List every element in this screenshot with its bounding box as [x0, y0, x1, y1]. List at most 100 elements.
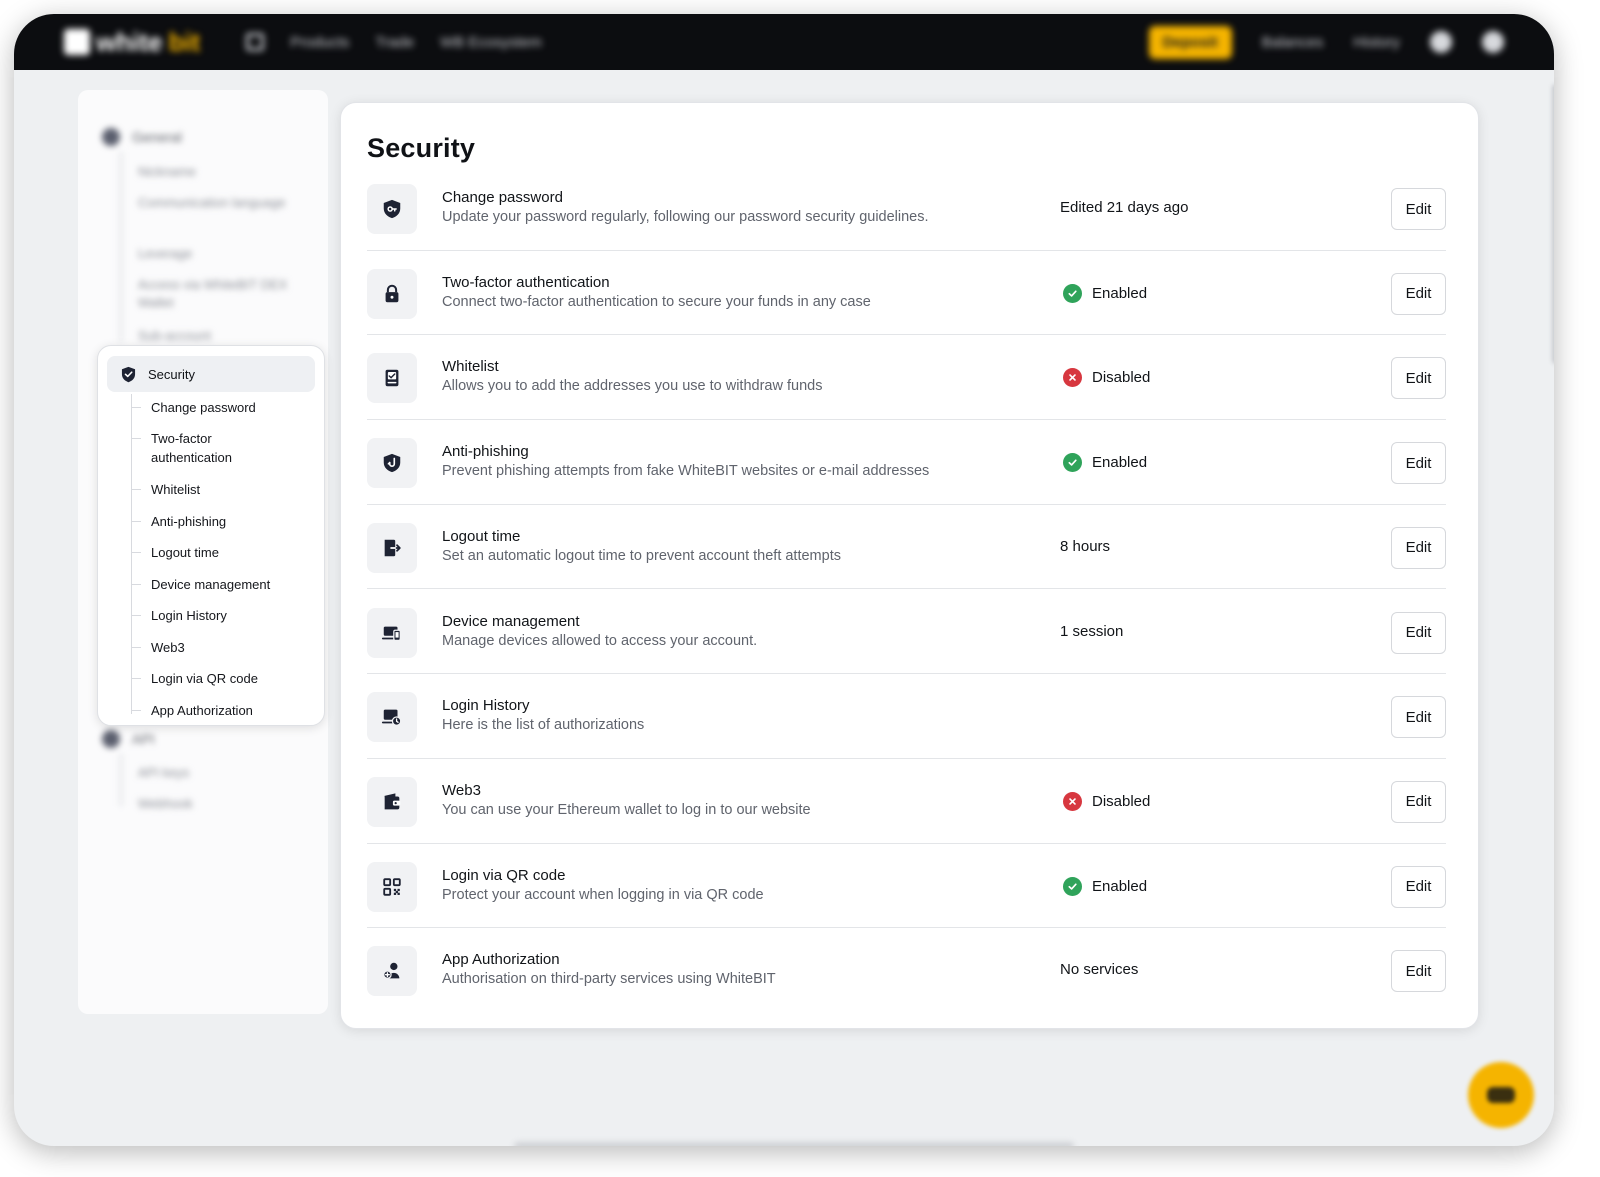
sidebar-item-logout-time[interactable]: Logout time — [131, 543, 219, 562]
row-title: Change password — [442, 189, 563, 206]
row-title: Logout time — [442, 527, 521, 545]
login-history-icon — [367, 692, 417, 743]
grid-icon[interactable] — [246, 33, 265, 51]
row-title: Anti-phishing — [442, 443, 529, 461]
sidebar-item-security[interactable]: Security — [107, 356, 315, 392]
security-settings-card: Security Change password Update your pas… — [340, 102, 1479, 1029]
row-title: Web3 — [442, 781, 481, 799]
status-text: Disabled — [1092, 792, 1151, 810]
status-text: 8 hours — [1060, 537, 1111, 555]
sidebar-item-sub-account[interactable]: Sub-account — [138, 327, 298, 345]
sidebar-item-whitelist[interactable]: Whitelist — [130, 480, 200, 499]
edit-whitelist-button[interactable]: Edit — [1391, 357, 1446, 400]
row-status: Edited 21 days ago — [1060, 199, 1188, 216]
nav-balances[interactable]: Balances — [1262, 34, 1324, 51]
row-title: Two-factor authentication — [442, 273, 610, 291]
tree-line — [120, 754, 122, 806]
row-description: Prevent phishing attempts from fake Whit… — [442, 463, 930, 480]
logout-icon — [367, 522, 417, 573]
security-row-web3: Web3 You can use your Ethereum wallet to… — [367, 759, 1446, 844]
sidebar-item-dex-wallet[interactable]: Access via WhiteBIT DEX Wallet — [138, 276, 298, 312]
edit-login-history-button[interactable]: Edit — [1391, 696, 1446, 739]
deposit-button[interactable]: Deposit — [1148, 25, 1232, 59]
security-row-logout-time: Logout time Set an automatic logout time… — [367, 505, 1446, 590]
anti-phishing-icon — [367, 438, 417, 489]
row-title: Device management — [442, 612, 580, 630]
status-text: Edited 21 days ago — [1060, 199, 1189, 216]
row-status: Enabled — [1060, 453, 1148, 473]
shield-icon — [121, 366, 136, 382]
edit-login-qr-button[interactable]: Edit — [1391, 865, 1446, 908]
row-status: Enabled — [1060, 283, 1148, 303]
nav-history[interactable]: History — [1353, 34, 1400, 51]
status-text: Enabled — [1092, 877, 1148, 895]
vertical-scrollbar[interactable] — [1552, 84, 1554, 364]
edit-two-factor-button[interactable]: Edit — [1391, 272, 1446, 315]
security-row-app-authorization: App Authorization Authorisation on third… — [367, 928, 1446, 1013]
settings-icon[interactable] — [1482, 31, 1504, 53]
security-row-change-password: Change password Update your password reg… — [367, 166, 1446, 251]
sidebar-item-change-password[interactable]: Change password — [131, 398, 256, 417]
sidebar-item-two-factor[interactable]: Two-factor authentication — [131, 429, 261, 467]
row-description: Connect two-factor authentication to sec… — [442, 293, 871, 310]
check-icon — [1063, 283, 1082, 303]
nav-trade[interactable]: Trade — [375, 34, 414, 51]
horizontal-scrollbar[interactable] — [514, 1142, 1074, 1146]
row-description: Update your password regularly, followin… — [442, 209, 929, 225]
status-text: Enabled — [1092, 284, 1148, 302]
row-status: Disabled — [1060, 368, 1151, 388]
top-navbar: white bit Products Trade WB Ecosystem Dep… — [14, 14, 1554, 70]
sidebar-item-leverage[interactable]: Leverage — [138, 245, 298, 263]
sidebar-item-app-authorization[interactable]: App Authorization — [131, 701, 253, 720]
api-icon — [102, 730, 120, 748]
nav-products[interactable]: Products — [290, 34, 349, 51]
sidebar-item-api-keys[interactable]: API keys — [138, 764, 298, 782]
chat-support-button[interactable] — [1468, 1062, 1534, 1128]
row-description: Protect your account when logging in via… — [442, 886, 764, 903]
row-description: Allows you to add the addresses you use … — [442, 378, 823, 395]
lock-icon — [367, 268, 417, 319]
edit-app-authorization-button[interactable]: Edit — [1391, 950, 1446, 993]
row-status: Disabled — [1060, 791, 1151, 811]
qr-code-icon — [367, 861, 417, 912]
security-row-whitelist: Whitelist Allows you to add the addresse… — [367, 335, 1446, 420]
row-description: Set an automatic logout time to prevent … — [442, 547, 841, 564]
row-status: 8 hours — [1060, 538, 1110, 555]
sidebar-item-device-management[interactable]: Device management — [130, 575, 270, 594]
edit-anti-phishing-button[interactable]: Edit — [1391, 442, 1446, 485]
row-status: 1 session — [1060, 623, 1123, 640]
nav-ecosystem[interactable]: WB Ecosystem — [440, 34, 542, 51]
status-text: 1 session — [1060, 622, 1124, 640]
whitelist-icon — [367, 353, 417, 404]
sidebar-item-anti-phishing[interactable]: Anti-phishing — [130, 512, 226, 531]
tree-line — [131, 394, 132, 714]
sidebar-group-api[interactable]: API — [102, 730, 155, 748]
profile-icon[interactable] — [1430, 31, 1452, 53]
chat-icon — [1487, 1087, 1515, 1103]
sidebar-item-login-history[interactable]: Login History — [131, 606, 227, 625]
security-nav-panel: Security Change password Two-factor auth… — [97, 345, 325, 726]
row-description: Here is the list of authorizations — [442, 717, 645, 734]
sidebar-item-web3[interactable]: Web3 — [131, 638, 185, 657]
sidebar-group-general[interactable]: General — [102, 128, 182, 146]
status-text: Enabled — [1092, 454, 1148, 472]
wallet-icon — [367, 776, 417, 827]
sidebar-item-language[interactable]: Communication language — [138, 194, 298, 212]
sidebar-item-webhook[interactable]: Webhook — [138, 795, 298, 813]
status-text: No services — [1060, 961, 1139, 979]
check-icon — [1063, 876, 1082, 896]
devices-icon — [367, 607, 417, 658]
sidebar-item-nickname[interactable]: Nickname — [138, 163, 298, 181]
logo[interactable]: white bit — [64, 27, 200, 58]
check-icon — [1063, 453, 1082, 473]
row-title: App Authorization — [442, 951, 560, 969]
sidebar-item-label: Security — [148, 366, 195, 382]
status-text: Disabled — [1092, 369, 1151, 387]
edit-logout-time-button[interactable]: Edit — [1391, 526, 1446, 569]
edit-web3-button[interactable]: Edit — [1391, 780, 1446, 823]
edit-change-password-button[interactable]: Edit — [1391, 188, 1446, 230]
security-row-login-qr: Login via QR code Protect your account w… — [367, 844, 1446, 929]
sidebar-item-login-qr[interactable]: Login via QR code — [131, 669, 258, 688]
edit-device-management-button[interactable]: Edit — [1391, 611, 1446, 654]
row-title: Login History — [442, 697, 530, 715]
